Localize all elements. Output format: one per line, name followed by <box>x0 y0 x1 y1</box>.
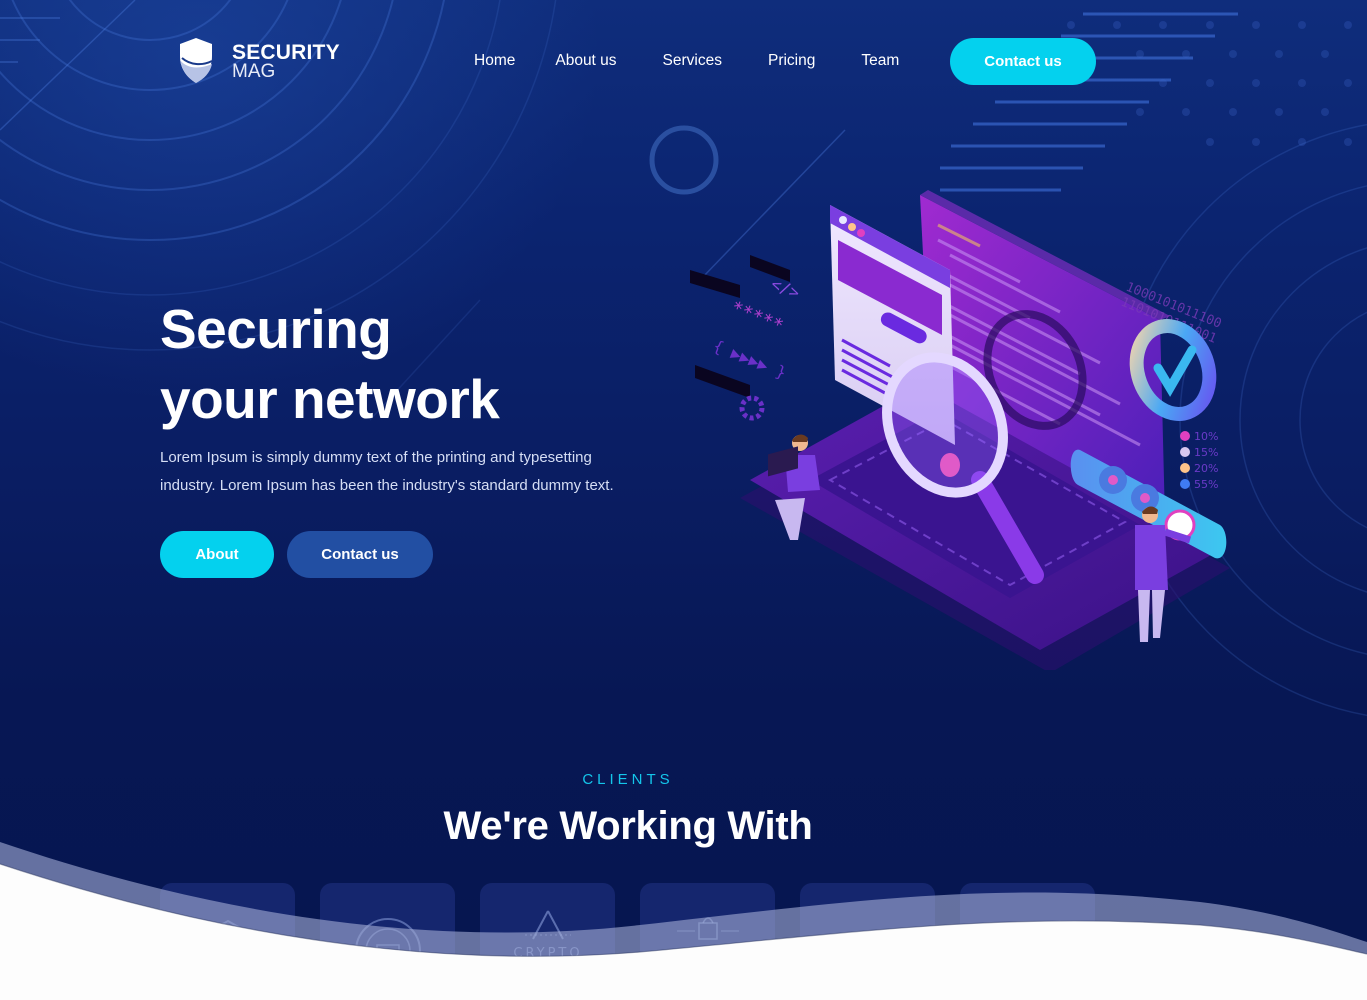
hero-contact-button[interactable]: Contact us <box>287 531 433 578</box>
brand-name: SECURITY <box>232 40 340 64</box>
mall-logo-icon: Mall <box>676 917 739 971</box>
stat-label: 55% <box>1194 478 1218 491</box>
crypto-logo-icon: CRYPTO <box>513 910 582 981</box>
nav-services[interactable]: Services <box>663 50 722 72</box>
hero-title-line1: Securing <box>160 298 392 360</box>
gear-icon <box>739 395 765 421</box>
dot-grid <box>1067 21 1352 146</box>
hero-description-line2: industry. Lorem Ipsum has been the indus… <box>160 476 614 494</box>
concentric-arcs <box>0 0 445 241</box>
password-text: ***** <box>728 297 786 337</box>
code-symbols: </> ***** { ▶▶▶▶ } <box>690 255 803 421</box>
hero-description: Lorem Ipsum is simply dummy text of the … <box>160 444 640 499</box>
crypto-logo-text: CRYPTO <box>513 946 582 961</box>
main-nav: Home About us Services Pricing Team <box>474 50 945 72</box>
stat-label: 10% <box>1194 430 1218 443</box>
stats-legend: 10% 15% 20% 55% <box>1180 430 1218 491</box>
client-card-eye[interactable] <box>800 883 935 993</box>
hero-description-line1: Lorem Ipsum is simply dummy text of the … <box>160 449 592 466</box>
stat-label: 15% <box>1194 446 1218 459</box>
shield-icon <box>180 38 213 83</box>
stat-label: 20% <box>1194 462 1218 475</box>
hero-title-line2: your network <box>160 368 500 430</box>
virtual-logo-icon <box>1001 926 1054 940</box>
about-button[interactable]: About <box>160 531 274 578</box>
brand-logo[interactable]: SECURITY MAG <box>176 38 340 84</box>
client-card-house[interactable] <box>160 883 295 993</box>
left-dash-lines <box>0 17 60 63</box>
eye-logo-icon <box>834 934 901 952</box>
code-tag-text: </> <box>769 274 803 302</box>
nav-pricing[interactable]: Pricing <box>768 50 815 72</box>
hero-section: SECURITY MAG Home About us Services Pric… <box>0 0 1367 1000</box>
client-card-mall[interactable]: Mall <box>640 883 775 993</box>
nav-home[interactable]: Home <box>474 50 515 72</box>
clients-kicker: CLIENTS <box>582 771 674 788</box>
clients-title: We're Working With <box>443 804 813 848</box>
hero-title: Securing your network <box>160 294 500 434</box>
house-logo-icon <box>192 919 263 944</box>
card-protocol-logo-icon <box>354 918 421 981</box>
brand-subname: MAG <box>232 60 276 82</box>
header-contact-button[interactable]: Contact us <box>950 38 1096 85</box>
nav-about-us[interactable]: About us <box>555 50 616 72</box>
nav-team[interactable]: Team <box>861 50 899 72</box>
security-illustration: </> ***** { ▶▶▶▶ } 1000101011100 1101010… <box>690 190 1230 670</box>
client-logos: CRYPTO Mall <box>160 883 1120 993</box>
client-card-crypto[interactable]: CRYPTO <box>480 883 615 993</box>
client-card-virtual[interactable] <box>960 883 1095 993</box>
client-card-card-protocol[interactable] <box>320 883 455 993</box>
mall-logo-text: Mall <box>682 946 733 971</box>
